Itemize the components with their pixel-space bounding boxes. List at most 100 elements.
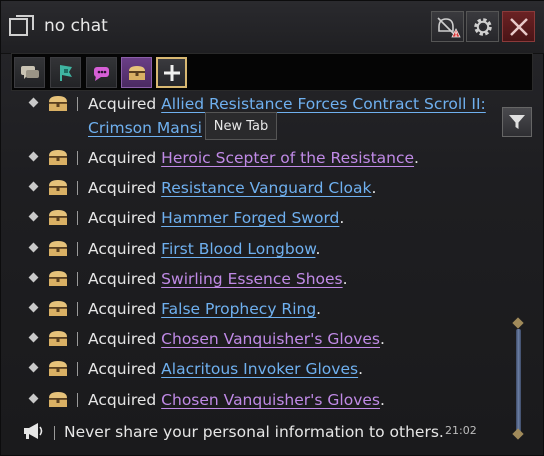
- log-entry-text: Acquired Swirling Essence Shoes.: [88, 264, 348, 294]
- close-button[interactable]: [502, 11, 535, 42]
- title-bar[interactable]: no chat: [1, 1, 544, 54]
- gear-icon: [473, 17, 492, 36]
- acquired-label: Acquired: [88, 209, 157, 227]
- log-entry: Acquired First Blood Longbow.: [1, 234, 511, 264]
- log-entry-text: Acquired False Prophecy Ring.: [88, 294, 321, 324]
- treasure-chest-icon: [49, 271, 67, 286]
- acquired-label: Acquired: [88, 179, 157, 197]
- acquired-label: Acquired: [88, 330, 157, 348]
- filter-button[interactable]: [502, 107, 532, 137]
- log-entry: Acquired False Prophecy Ring.: [1, 294, 511, 324]
- item-link[interactable]: False Prophecy Ring: [161, 300, 316, 318]
- treasure-chest-icon: [49, 301, 67, 316]
- tab-loot[interactable]: [121, 57, 152, 88]
- entry-suffix: .: [316, 300, 322, 318]
- treasure-chest-icon: [49, 210, 67, 225]
- separator: [77, 393, 78, 407]
- log-entry: Acquired Chosen Vanquisher's Gloves.: [1, 385, 511, 415]
- tab-whisper[interactable]: [86, 57, 117, 88]
- log-entry-text: Acquired Heroic Scepter of the Resistanc…: [88, 143, 419, 173]
- log-entry: Acquired Hammer Forged Sword.: [1, 203, 511, 233]
- scrollbar[interactable]: [512, 317, 524, 440]
- item-link[interactable]: Chosen Vanquisher's Gloves: [161, 391, 380, 409]
- filter-icon: [509, 115, 525, 129]
- log-entry: Acquired Swirling Essence Shoes.: [1, 264, 511, 294]
- log-entry-continuation: Crimson Mansi: [88, 113, 202, 143]
- tab-guild[interactable]: [50, 57, 81, 88]
- item-link[interactable]: Alacritous Invoker Gloves: [161, 360, 358, 378]
- entry-suffix: .: [414, 149, 419, 167]
- bullet-icon: [28, 97, 39, 108]
- acquired-label: Acquired: [88, 270, 157, 288]
- separator: [77, 302, 78, 316]
- separator: [77, 362, 78, 376]
- separator: [77, 242, 78, 256]
- bullet-icon: [28, 181, 39, 192]
- bullet-icon: [28, 211, 39, 222]
- bullet-icon: [28, 272, 39, 283]
- treasure-chest-icon: [49, 331, 67, 346]
- acquired-label: Acquired: [88, 391, 157, 409]
- treasure-chest-icon: [49, 150, 67, 165]
- treasure-chest-icon: [49, 392, 67, 407]
- whisper-bubble-icon: [93, 66, 109, 81]
- treasure-chest-icon: [49, 361, 67, 376]
- entry-suffix: .: [342, 270, 348, 288]
- log-entry: Acquired Alacritous Invoker Gloves.: [1, 354, 511, 384]
- item-link[interactable]: Hammer Forged Sword: [161, 209, 339, 227]
- notice-text: Never share your personal information to…: [64, 423, 444, 441]
- separator: [77, 181, 78, 195]
- item-link[interactable]: Crimson Mansi: [88, 119, 202, 137]
- treasure-chest-icon: [49, 96, 67, 111]
- alert-button[interactable]: [431, 11, 464, 42]
- settings-button[interactable]: [466, 11, 499, 42]
- bullet-icon: [28, 332, 39, 343]
- notice-timestamp: 21:02: [445, 424, 477, 437]
- log-entry-text: Acquired Hammer Forged Sword.: [88, 203, 344, 233]
- new-tab-tooltip: New Tab: [205, 112, 277, 140]
- acquired-label: Acquired: [88, 360, 157, 378]
- bullet-icon: [28, 393, 39, 404]
- treasure-chest-icon: [49, 241, 67, 256]
- chat-window: no chat New Tab Acquired Allied Resistan…: [0, 0, 544, 456]
- entry-suffix: .: [315, 240, 321, 258]
- log-entry: Acquired Resistance Vanguard Cloak.: [1, 173, 511, 203]
- treasure-chest-icon: [128, 65, 145, 80]
- item-link[interactable]: Allied Resistance Forces Contract Scroll…: [161, 95, 486, 113]
- entry-suffix: .: [358, 360, 364, 378]
- tab-bar: [11, 53, 533, 91]
- separator: [77, 151, 78, 165]
- acquired-label: Acquired: [88, 240, 157, 258]
- log-entry-text: Acquired Chosen Vanquisher's Gloves.: [88, 324, 385, 354]
- scrollbar-cap-bottom: [512, 428, 524, 440]
- item-link[interactable]: Chosen Vanquisher's Gloves: [161, 330, 380, 348]
- log-entry-text: Acquired First Blood Longbow.: [88, 234, 320, 264]
- entry-suffix: .: [339, 209, 345, 227]
- window-icon: [9, 15, 34, 36]
- bullet-icon: [28, 151, 39, 162]
- guild-flag-icon: [59, 64, 72, 81]
- bullet-icon: [28, 362, 39, 373]
- plus-icon: [163, 64, 180, 81]
- separator: [77, 97, 78, 111]
- chat-log[interactable]: Acquired Allied Resistance Forces Contra…: [1, 92, 511, 416]
- megaphone-icon: [24, 423, 43, 439]
- speech-bubbles-icon: [20, 65, 39, 79]
- scrollbar-thumb[interactable]: [516, 329, 521, 437]
- log-entry-text: Acquired Chosen Vanquisher's Gloves.: [88, 385, 385, 415]
- separator: [77, 211, 78, 225]
- system-notice: Never share your personal information to…: [1, 417, 511, 447]
- tab-general[interactable]: [14, 57, 45, 88]
- item-link[interactable]: Resistance Vanguard Cloak: [161, 179, 371, 197]
- log-entry: Acquired Heroic Scepter of the Resistanc…: [1, 143, 511, 173]
- item-link[interactable]: First Blood Longbow: [161, 240, 315, 258]
- window-title: no chat: [44, 16, 108, 36]
- item-link[interactable]: Heroic Scepter of the Resistance: [161, 149, 414, 167]
- add-tab-button[interactable]: [156, 57, 187, 88]
- item-link[interactable]: Swirling Essence Shoes: [161, 270, 342, 288]
- bullet-icon: [28, 302, 39, 313]
- bullet-icon: [28, 242, 39, 253]
- entry-suffix: .: [380, 391, 385, 409]
- scrollbar-cap-top: [512, 317, 524, 329]
- log-entry: Acquired Chosen Vanquisher's Gloves.: [1, 324, 511, 354]
